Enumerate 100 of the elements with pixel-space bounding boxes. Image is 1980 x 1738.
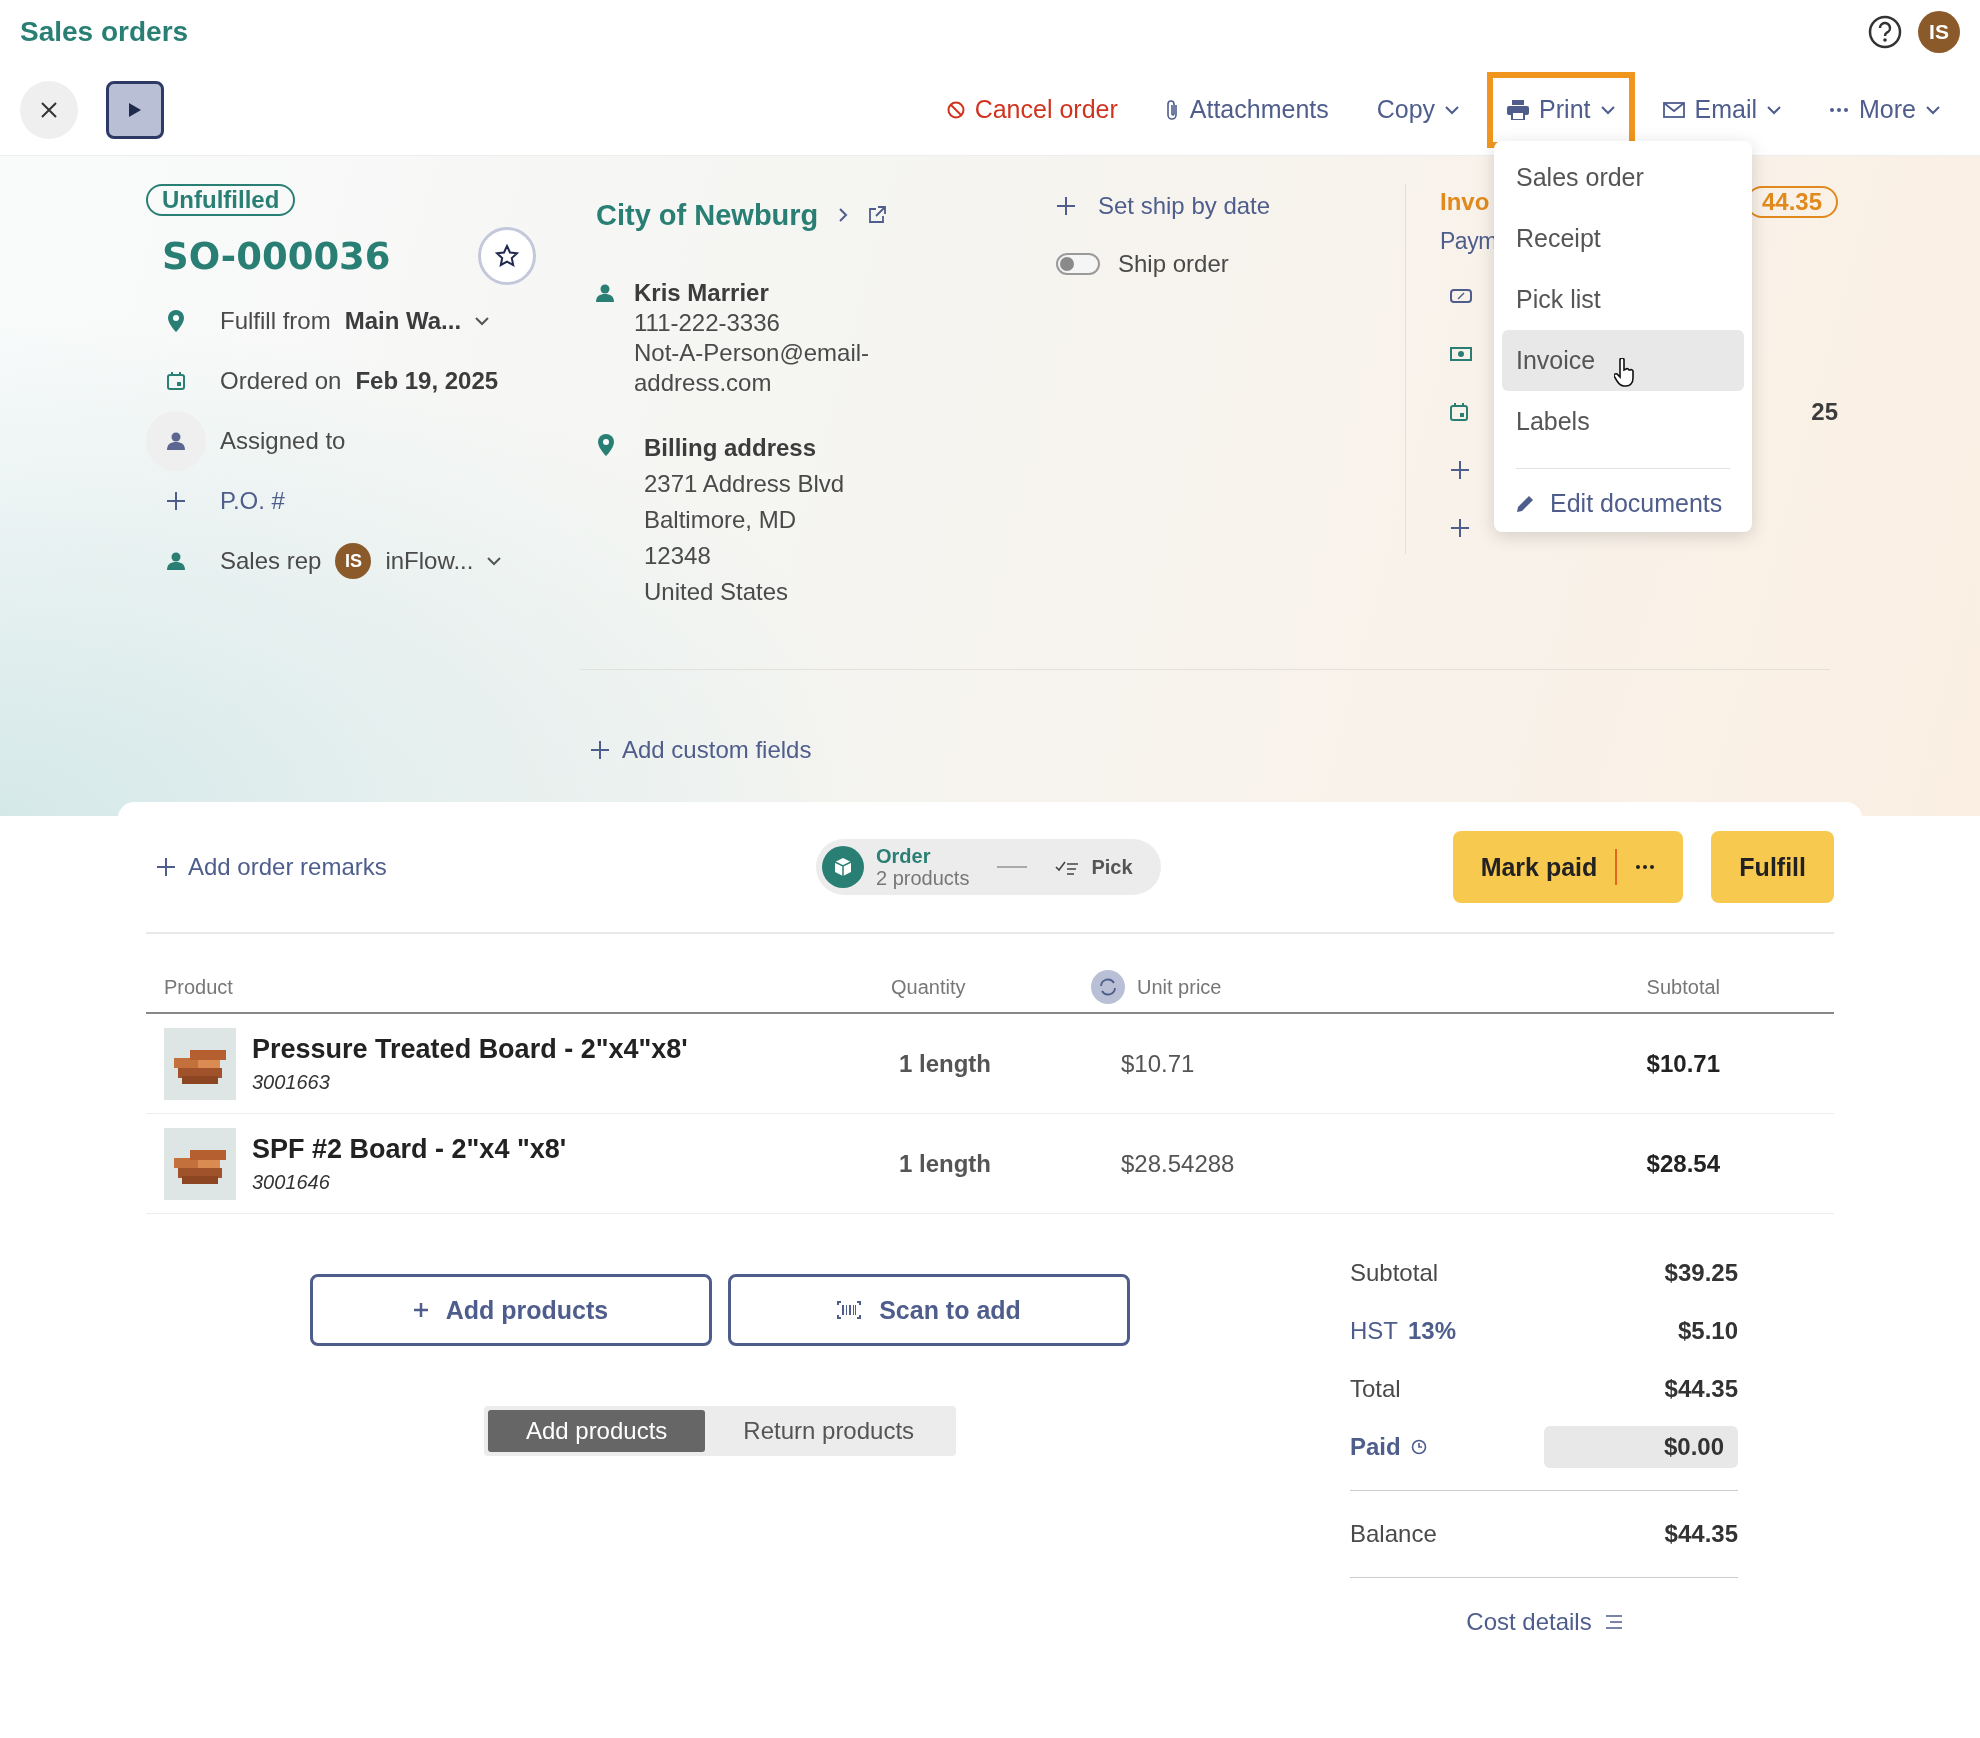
plus-icon [413,1303,428,1317]
external-link-icon [868,206,887,224]
add-products-button[interactable]: Add products [310,1274,712,1346]
mark-paid-button[interactable]: Mark paid [1452,831,1684,903]
field-value[interactable]: inFlow... [385,547,474,575]
step-label: Order [876,845,932,867]
contact-phone: 111-222-3336 [634,308,781,338]
person-icon [167,552,185,570]
invoice-title: Invo [1440,188,1490,216]
unit-price-cell-text: $28.54288 [1120,1149,1236,1178]
chevron-down-icon [1767,104,1782,115]
customer-link[interactable]: City of Newburg [596,198,819,232]
calendar-icon [1450,403,1468,421]
person-icon [167,432,185,450]
pencil-icon [1516,494,1534,513]
step-detail: 2 products [876,867,970,889]
checklist-icon [1055,859,1080,875]
summary-value: $44.35 [1664,1520,1738,1548]
user-avatar[interactable]: IS [1918,11,1960,53]
toolbar-button[interactable]: More [1809,71,1960,148]
toolbar-button[interactable]: Attachments [1145,71,1349,148]
summary-value: $5.10 [1677,1317,1738,1345]
paperclip-icon [1165,98,1180,121]
play-button[interactable] [106,80,164,139]
tax-label[interactable]: HST 13% [1350,1317,1457,1345]
order-remarks-link[interactable]: Add order remarks [156,853,816,881]
close-icon [41,101,57,118]
menu-item[interactable]: Receipt [1502,208,1744,269]
toolbar-button[interactable]: Email [1642,71,1802,148]
ship-order-toggle[interactable] [1056,253,1100,275]
summary-value: $44.35 [1664,1375,1738,1403]
edit-documents-link[interactable]: Edit documents [1502,489,1744,518]
custom-fields-link[interactable]: Add custom fields [622,736,812,764]
summary-label: Balance [1350,1520,1437,1548]
summary-value: $39.25 [1664,1259,1738,1287]
field-value[interactable]: Feb 19, 2025 [355,367,499,395]
location-pin-icon [168,310,184,332]
toolbar-button[interactable]: Cancel order [926,71,1138,148]
field-label: Fulfill from [220,307,331,335]
field-link[interactable]: P.O. # [220,487,285,515]
summary-label: Total [1350,1375,1401,1403]
address-line: 12348 [644,541,712,571]
chevron-down-icon [1926,104,1940,115]
chevron-down-icon [475,316,490,326]
mode-tab[interactable]: Add products [487,1410,706,1452]
toolbar-button[interactable]: Copy [1356,71,1480,148]
cost-details-link[interactable]: Cost details [1466,1608,1622,1636]
mode-tab[interactable]: Return products [705,1410,953,1452]
paid-amount-field[interactable]: $0.00 [1544,1426,1738,1468]
plus-icon [166,491,186,511]
quantity-cell-text: 1 length [898,1049,992,1078]
ellipsis-icon [1829,106,1850,113]
page-title: Sales orders [20,16,189,48]
column-header: Quantity [891,975,966,999]
prohibited-icon [946,100,965,119]
summary-label: Subtotal [1350,1259,1439,1287]
field-value[interactable]: Main Wa... [344,307,462,335]
invoice-value: 25 [1811,398,1838,426]
field-label: Ordered on [220,367,342,395]
list-icon [1605,1614,1622,1630]
fulfill-button[interactable]: Fulfill [1711,831,1834,903]
billing-label: Billing address [644,433,818,463]
quantity-cell-text: 1 length [898,1149,992,1178]
menu-item[interactable]: Labels [1502,391,1744,452]
order-number: SO-000036 [162,234,391,278]
subtotal-cell-text: $10.71 [1645,1049,1720,1078]
favorite-button[interactable] [478,227,536,285]
product-name[interactable]: SPF #2 Board - 2"x4 "x8' [252,1133,567,1165]
paid-label[interactable]: Paid [1350,1433,1427,1461]
menu-item[interactable]: Pick list [1502,269,1744,330]
chevron-down-icon [1445,104,1460,115]
person-icon [596,284,614,302]
field-label: Sales rep [220,547,322,575]
contact-email: Not-A-Person@email-address.com [634,338,871,398]
ellipsis-icon [1635,864,1656,870]
hand-cursor-icon [1614,358,1636,388]
plus-icon [1450,460,1470,480]
banknote-icon [1450,347,1472,361]
subtotal-cell-text: $28.54 [1645,1149,1720,1178]
chevron-down-icon [1600,104,1615,115]
chevron-down-icon [487,556,502,566]
star-icon [495,244,519,268]
ship-date-link[interactable]: Set ship by date [1098,192,1271,220]
menu-item[interactable]: Sales order [1502,147,1744,208]
refresh-icon[interactable] [1091,970,1125,1004]
column-header: Product [164,975,233,999]
unit-price-cell-text: $10.71 [1120,1049,1196,1078]
address-line: Baltimore, MD [644,505,798,535]
envelope-icon [1662,101,1685,118]
calendar-icon [167,372,185,390]
printer-icon [1507,99,1530,120]
scan-button[interactable]: Scan to add [728,1274,1130,1346]
step-label: Pick [1091,856,1133,878]
plus-icon [1450,518,1470,538]
column-header: Unit price [1137,975,1222,999]
menu-item[interactable]: Invoice [1502,330,1744,391]
ship-order-label: Ship order [1118,250,1229,278]
field-label: Assigned to [220,427,346,455]
clock-icon [1410,1439,1427,1455]
product-name[interactable]: Pressure Treated Board - 2"x4"x8' [252,1033,688,1065]
